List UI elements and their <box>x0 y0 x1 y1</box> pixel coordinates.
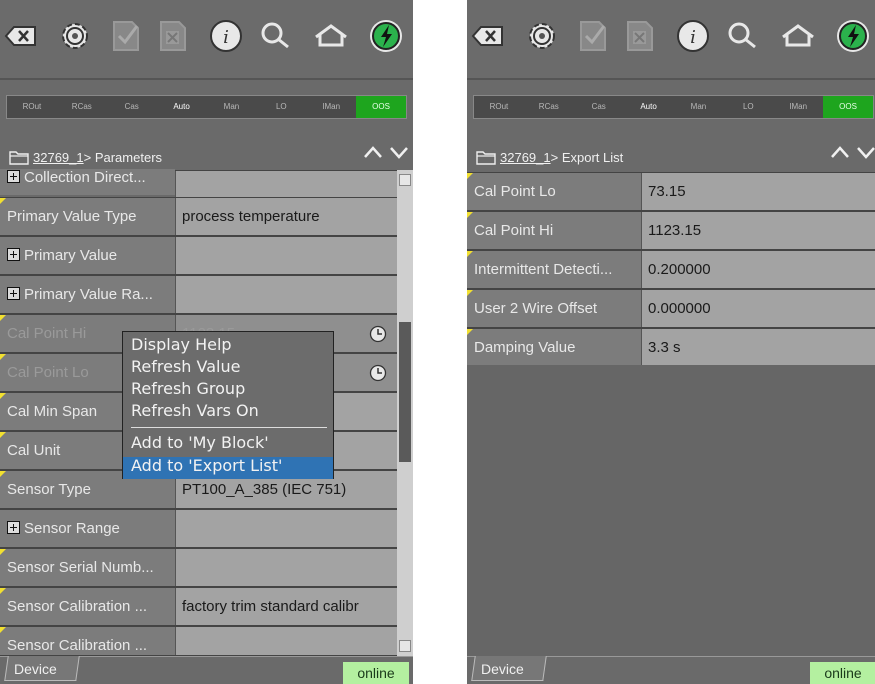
expand-icon[interactable] <box>7 521 20 534</box>
chevron-up-icon[interactable] <box>830 145 850 159</box>
menu-item-refresh-group[interactable]: Refresh Group <box>131 379 245 398</box>
clock-icon[interactable] <box>369 325 387 343</box>
context-menu: Display Help Refresh Value Refresh Group… <box>122 331 334 479</box>
mode-rout[interactable]: ROut <box>474 96 524 118</box>
svg-text:i: i <box>690 27 696 48</box>
mode-oos[interactable]: OOS <box>823 96 873 118</box>
breadcrumb: 32769_1 > Parameters <box>0 145 413 169</box>
table-row[interactable]: Primary Value Ra... <box>0 275 397 314</box>
breadcrumb-current: > Export List <box>550 149 624 165</box>
menu-item-add-export-list[interactable]: Add to 'Export List' <box>131 456 282 475</box>
toolbar: i <box>0 0 413 80</box>
table-row[interactable]: Cal Point Lo 73.15 <box>467 172 875 211</box>
breadcrumb-link[interactable]: 32769_1 <box>33 150 84 165</box>
search-icon[interactable] <box>725 18 761 54</box>
expand-icon[interactable] <box>7 248 20 261</box>
mode-iman[interactable]: IMan <box>306 96 356 118</box>
mode-rout[interactable]: ROut <box>7 96 57 118</box>
tab-device-label: Device <box>14 661 57 677</box>
status-bar: Device online <box>467 656 875 684</box>
gear-icon[interactable] <box>57 18 93 54</box>
table-row[interactable]: Sensor Calibration ... factory trim stan… <box>0 587 397 626</box>
mode-bar: ROut RCas Cas Auto Man LO IMan OOS <box>473 95 874 119</box>
backspace-icon[interactable] <box>471 18 507 54</box>
clock-icon[interactable] <box>369 364 387 382</box>
table-row[interactable]: Damping Value 3.3 s <box>467 328 875 367</box>
folder-icon <box>9 151 29 165</box>
info-icon[interactable]: i <box>208 18 244 54</box>
table-row[interactable]: Primary Value <box>0 236 397 275</box>
mode-lo[interactable]: LO <box>723 96 773 118</box>
table-row[interactable]: Intermittent Detecti... 0.200000 <box>467 250 875 289</box>
mode-man[interactable]: Man <box>674 96 724 118</box>
mode-man[interactable]: Man <box>207 96 257 118</box>
expand-icon[interactable] <box>7 170 20 183</box>
home-icon[interactable] <box>780 18 816 54</box>
mode-rcas[interactable]: RCas <box>57 96 107 118</box>
checkmark-doc-icon <box>575 18 611 54</box>
expand-icon[interactable] <box>7 287 20 300</box>
close-doc-icon <box>155 18 191 54</box>
breadcrumb-link[interactable]: 32769_1 <box>500 150 551 165</box>
chevron-up-icon[interactable] <box>363 145 383 159</box>
scroll-down-icon[interactable] <box>399 640 411 652</box>
svg-text:i: i <box>223 27 229 48</box>
table-row[interactable]: Sensor Range <box>0 509 397 548</box>
close-doc-icon <box>622 18 658 54</box>
search-icon[interactable] <box>258 18 294 54</box>
scroll-up-icon[interactable] <box>399 174 411 186</box>
power-icon[interactable] <box>835 18 871 54</box>
breadcrumb: 32769_1 > Export List <box>467 145 875 169</box>
scrollbar[interactable] <box>397 170 413 656</box>
table-row[interactable]: Collection Direct... <box>0 169 397 198</box>
scrollbar-thumb[interactable] <box>399 322 411 462</box>
empty-list-area <box>467 365 875 656</box>
chevron-down-icon[interactable] <box>856 145 875 159</box>
menu-item-display-help[interactable]: Display Help <box>131 335 232 354</box>
menu-divider <box>131 427 327 428</box>
menu-item-refresh-vars-on[interactable]: Refresh Vars On <box>131 401 259 420</box>
menu-item-add-my-block[interactable]: Add to 'My Block' <box>131 433 269 452</box>
table-row[interactable]: Cal Point Hi 1123.15 <box>467 211 875 250</box>
power-icon[interactable] <box>368 18 404 54</box>
home-icon[interactable] <box>313 18 349 54</box>
chevron-down-icon[interactable] <box>389 145 409 159</box>
parameters-screen: i ROut RCas Cas Auto Man LO IMan OOS 327… <box>0 0 413 684</box>
table-row[interactable]: User 2 Wire Offset 0.000000 <box>467 289 875 328</box>
backspace-icon[interactable] <box>4 18 40 54</box>
mode-rcas[interactable]: RCas <box>524 96 574 118</box>
status-bar: Device online <box>0 656 413 684</box>
export-list-screen: i ROut RCas Cas Auto Man LO IMan OOS 327… <box>467 0 875 684</box>
status-badge: online <box>810 662 875 684</box>
mode-bar: ROut RCas Cas Auto Man LO IMan OOS <box>6 95 407 119</box>
mode-lo[interactable]: LO <box>256 96 306 118</box>
mode-cas[interactable]: Cas <box>107 96 157 118</box>
menu-item-refresh-value[interactable]: Refresh Value <box>131 357 240 376</box>
mode-oos[interactable]: OOS <box>356 96 406 118</box>
info-icon[interactable]: i <box>675 18 711 54</box>
mode-auto[interactable]: Auto <box>157 96 207 118</box>
gear-icon[interactable] <box>524 18 560 54</box>
toolbar: i <box>467 0 875 80</box>
mode-cas[interactable]: Cas <box>574 96 624 118</box>
status-badge: online <box>343 662 409 684</box>
table-row[interactable]: Primary Value Type process temperature <box>0 197 397 236</box>
table-row[interactable]: Sensor Calibration ... <box>0 626 397 656</box>
mode-auto[interactable]: Auto <box>624 96 674 118</box>
mode-iman[interactable]: IMan <box>773 96 823 118</box>
breadcrumb-current: > Parameters <box>83 149 163 165</box>
table-row[interactable]: Sensor Serial Numb... <box>0 548 397 587</box>
tab-device-label: Device <box>481 661 524 677</box>
checkmark-doc-icon <box>108 18 144 54</box>
folder-icon <box>476 151 496 165</box>
